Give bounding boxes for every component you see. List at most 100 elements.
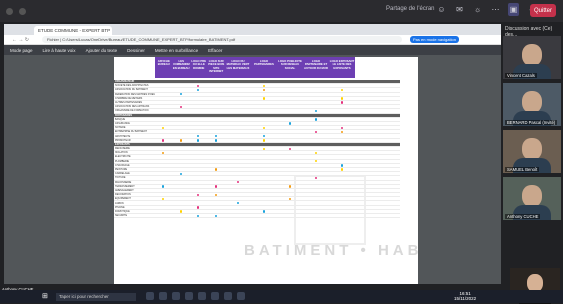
row-label: SOCIETE DES ARCHITECTES	[115, 84, 149, 88]
column-header: LES COMMANDES EN BUREAU	[172, 57, 190, 78]
watermark-text: BATIMENT • HABITAT	[244, 242, 418, 259]
tool-erase[interactable]: Effacer	[208, 48, 222, 53]
row-cells	[155, 138, 400, 142]
table-row: PROMOTEUR	[114, 139, 400, 143]
table-row: ORGANISME DE FORMATION	[114, 109, 400, 114]
app-icon[interactable]	[237, 292, 245, 300]
tool-read-aloud[interactable]: Lire à haute voix	[43, 48, 76, 53]
participant-tile[interactable]: Anthony CUCHE	[503, 177, 561, 220]
participant-name: Anthony CUCHE	[505, 214, 541, 219]
browser-tab[interactable]: ETUDE COMMUNE - EXPERT BTP	[34, 26, 112, 35]
back-icon[interactable]	[6, 7, 13, 15]
column-header: LOGO PUBLICITE SUR RESEAU SOCIAL	[277, 57, 303, 78]
marker-dot	[162, 197, 165, 201]
start-icon[interactable]: ⊞	[42, 293, 50, 301]
marker-dot	[197, 214, 200, 217]
app-icon[interactable]	[224, 292, 232, 300]
row-cells	[155, 109, 400, 113]
participant-tile[interactable]: Vincent Cazals	[503, 36, 561, 79]
column-header: LOGO SUR PIECE BOIS SITE INTERNET	[207, 57, 225, 78]
marker-dot	[315, 151, 318, 155]
tool-page-mode[interactable]: Mode page	[10, 48, 33, 53]
column-header: LOGO PARTENAIRE ET AUTOUR DU MUR	[303, 57, 329, 78]
reactions-icon[interactable]: ☼	[472, 3, 483, 16]
share-status: Partage de l'écran	[386, 6, 435, 12]
marker-dot	[289, 122, 292, 125]
camera-icon[interactable]: ▣	[508, 3, 519, 16]
marker-dot	[263, 134, 266, 138]
app-icon[interactable]	[146, 292, 154, 300]
clock-date: 15/11/2022	[454, 296, 477, 301]
more-icon[interactable]: ⋯	[490, 3, 501, 16]
side-column	[404, 80, 414, 280]
column-header: AFFICHE BUREAU	[155, 57, 173, 78]
table-header: AFFICHE BUREAU LES COMMANDES EN BUREAU L…	[114, 57, 355, 78]
marker-dot	[341, 88, 344, 92]
address-bar[interactable]: Fichier | C:/Users/Lucas/OneDrive/Bureau…	[42, 36, 402, 43]
row-label: MACONNERIE	[115, 180, 132, 184]
tool-draw[interactable]: Dessiner	[127, 48, 145, 53]
app-icon[interactable]	[198, 292, 206, 300]
section-label: PARTENAIRES	[115, 113, 132, 117]
marker-dot	[263, 139, 266, 142]
marker-dot	[237, 181, 240, 184]
participants-icon[interactable]: ☺	[436, 3, 447, 16]
row-label: BANQUE	[115, 117, 126, 121]
app-icon[interactable]	[172, 292, 180, 300]
marker-dot	[263, 88, 266, 92]
row-label: PLOMBERIE	[115, 159, 129, 163]
marker-dot	[263, 147, 266, 150]
participants-header: Discussion avec (Ce) des...	[505, 26, 553, 38]
participant-tile[interactable]: SAMUEL Benoît	[503, 130, 561, 173]
marker-dot	[197, 206, 200, 209]
pdf-toolbar: Mode page Lire à haute voix Ajouter du t…	[4, 45, 501, 55]
row-label: ISOLATION	[115, 151, 128, 155]
marker-dot	[315, 176, 318, 180]
marker-dot	[341, 97, 344, 100]
marker-dot	[162, 139, 165, 142]
marker-dot	[162, 126, 165, 129]
profile-badge[interactable]: Pas en mode navigation	[410, 36, 459, 43]
marker-dot	[341, 101, 344, 104]
marker-dot	[341, 126, 344, 129]
avatar	[522, 185, 542, 207]
row-label: ASSURANCE	[115, 121, 130, 125]
app-icon[interactable]	[211, 292, 219, 300]
row-label: MENUISERIE	[115, 147, 130, 151]
forward-icon[interactable]	[19, 7, 26, 15]
marker-dot	[341, 168, 344, 171]
marker-dot	[197, 84, 200, 88]
window-controls	[6, 7, 26, 15]
marker-dot	[197, 139, 200, 142]
marker-dot	[214, 193, 217, 196]
section-label: EXPOSANTS	[115, 142, 130, 146]
row-label: AUTRES PARTENAIRES	[115, 101, 143, 105]
tool-add-text[interactable]: Ajouter du texte	[86, 48, 118, 53]
pdf-viewer[interactable]: BATIMENT • HABITAT AFFICHE BUREAU LES CO…	[4, 55, 501, 284]
tool-highlight[interactable]: Mettre en surbrillance	[155, 48, 198, 53]
browser-nav: ← → ↻ Fichier | C:/Users/Lucas/OneDrive/…	[4, 35, 501, 45]
row-label: ASSOCIATION DU BATIMENT	[115, 88, 148, 92]
marker-dot	[289, 185, 292, 188]
marker-dot	[179, 210, 182, 213]
participant-name: BERNARD Pascal (Invité)	[505, 120, 558, 125]
marker-dot	[263, 97, 266, 100]
row-label: TOITURE	[115, 176, 126, 180]
marker-dot	[162, 151, 165, 155]
app-icon[interactable]	[185, 292, 193, 300]
app-icon[interactable]	[159, 292, 167, 300]
marker-dot	[315, 118, 318, 121]
taskbar-search[interactable]: Taper ici pour rechercher	[56, 292, 136, 301]
row-label: ASSOCIATION DES ARTISANS	[115, 105, 150, 109]
marker-dot	[315, 109, 318, 113]
nav-arrows-icon[interactable]: ← → ↻	[12, 37, 42, 43]
participant-tile[interactable]: BERNARD Pascal (Invité)	[503, 83, 561, 126]
row-label: PEINTURE	[115, 168, 128, 172]
taskbar-clock[interactable]: 16:51 15/11/2022	[454, 291, 476, 301]
leave-button[interactable]: Quitter	[530, 4, 556, 17]
table-row: SECURITE	[114, 214, 400, 219]
chat-icon[interactable]: ✉	[454, 3, 465, 16]
row-label: PISCINE	[115, 205, 125, 209]
row-label: PROMOTEUR	[115, 138, 131, 142]
participant-name: Vincent Cazals	[505, 73, 537, 78]
